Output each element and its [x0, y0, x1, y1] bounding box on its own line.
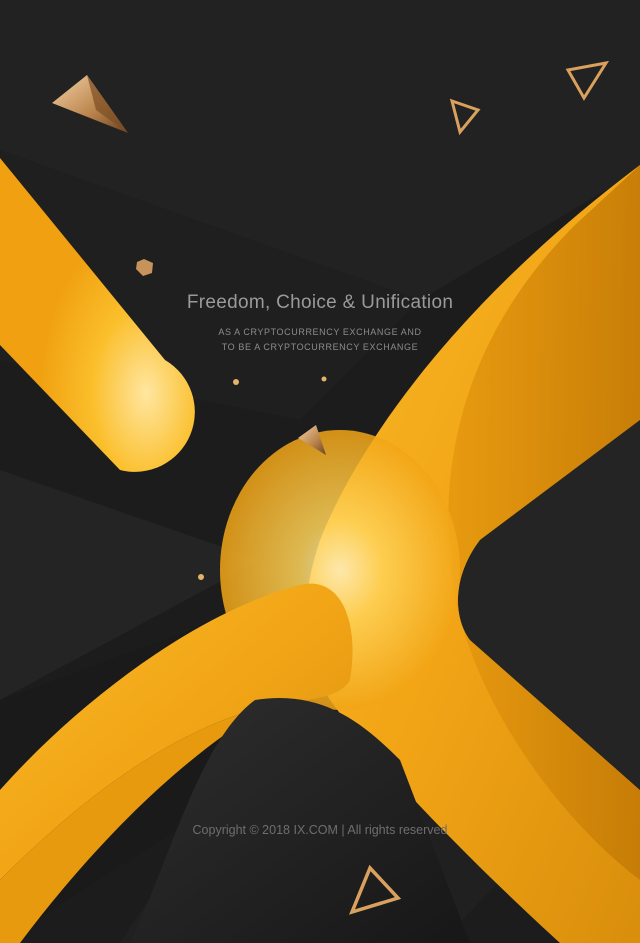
dot-icon: [321, 376, 327, 382]
background-art: [0, 0, 640, 943]
headline-subtitle-line1: AS A CRYPTOCURRENCY EXCHANGE AND: [218, 327, 422, 337]
copyright-text: Copyright © 2018 IX.COM | All rights res…: [192, 823, 448, 837]
headline-title: Freedom, Choice & Unification: [186, 292, 454, 313]
dot-icon: [198, 574, 204, 580]
headline-subtitle-line2: TO BE A CRYPTOCURRENCY EXCHANGE: [221, 342, 419, 352]
dot-icon: [233, 379, 239, 385]
poster: Freedom, Choice & Unification AS A CRYPT…: [0, 0, 640, 943]
